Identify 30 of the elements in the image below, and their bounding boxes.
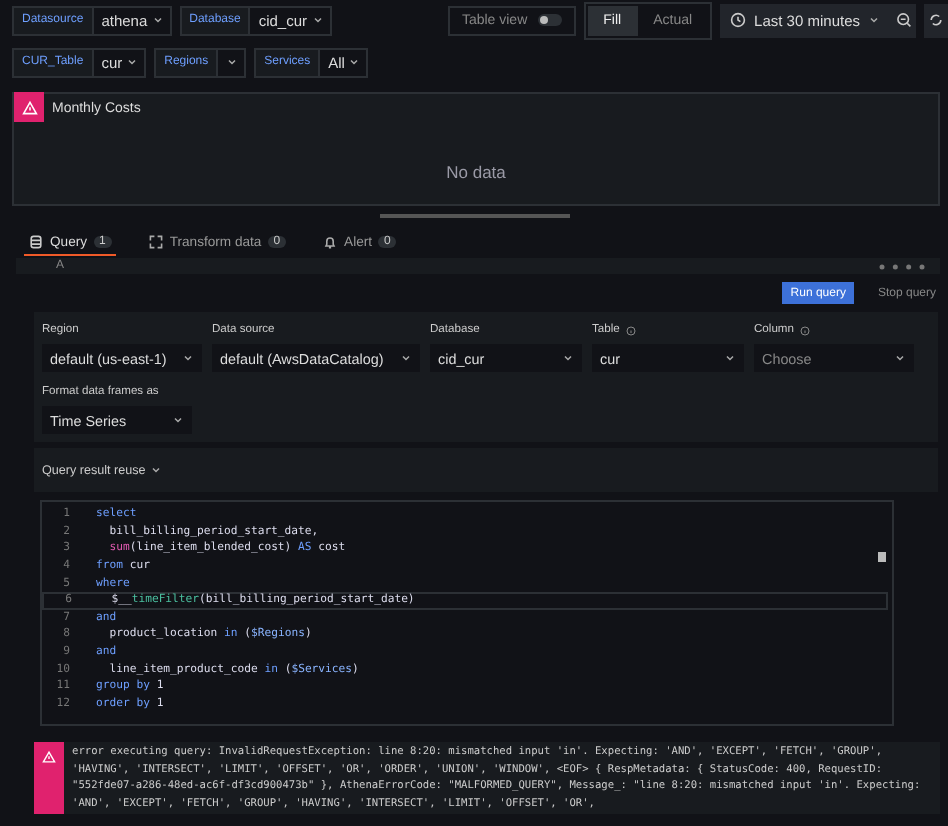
database-icon [28, 234, 44, 250]
caret-icon [149, 464, 162, 476]
code-editor[interactable] [40, 500, 894, 726]
caret-icon [562, 352, 574, 364]
warning-icon[interactable] [14, 92, 44, 122]
caret-icon [182, 352, 194, 364]
caret-icon [894, 352, 906, 364]
caret-icon [151, 14, 164, 26]
caret-icon [311, 14, 324, 26]
caret-icon [400, 352, 412, 364]
clock-icon [730, 12, 747, 28]
caret-icon [724, 352, 736, 364]
refresh-icon [928, 12, 944, 28]
zoom-out-button[interactable] [890, 3, 916, 37]
caret-icon [868, 14, 880, 26]
caret-icon [126, 56, 139, 68]
caret-icon [348, 56, 361, 68]
info-icon[interactable] [799, 325, 810, 335]
caret-icon [226, 56, 239, 68]
caret-icon [172, 414, 184, 426]
resize-handle[interactable] [380, 214, 570, 218]
transform-icon [147, 234, 164, 250]
warning-icon [42, 750, 56, 764]
zoom-out-icon [895, 12, 911, 28]
minimap-icon [878, 552, 886, 562]
bell-icon [322, 234, 339, 250]
no-data-message: No data [446, 162, 506, 182]
toggle-switch[interactable] [537, 14, 562, 26]
refresh-button[interactable] [924, 3, 948, 37]
info-icon[interactable] [625, 325, 636, 335]
